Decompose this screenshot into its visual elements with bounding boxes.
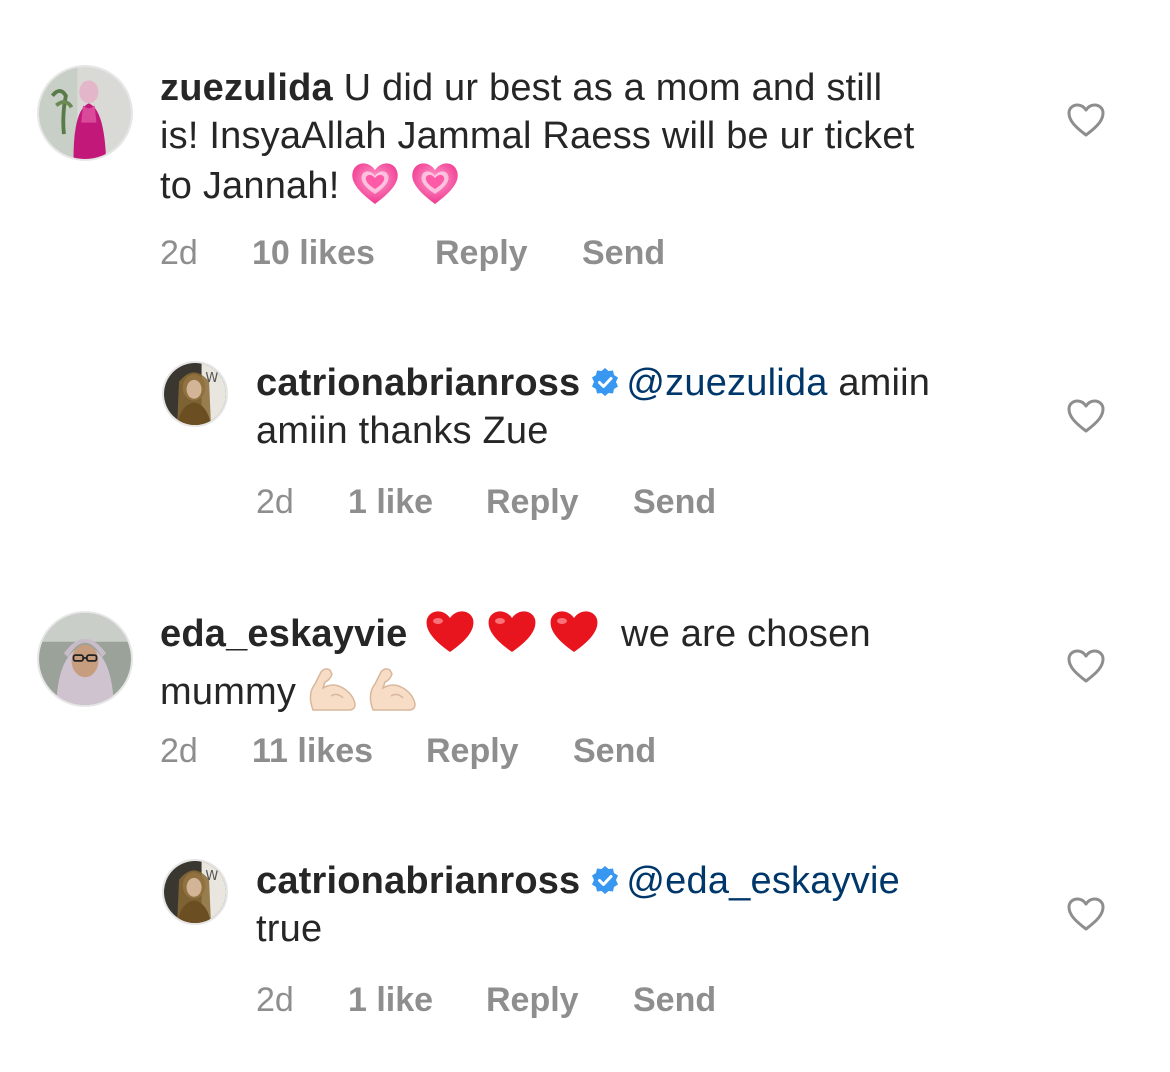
mention-link[interactable]: @eda_eskayvie xyxy=(626,860,900,902)
avatar-image xyxy=(39,613,131,705)
comment-body-line: true xyxy=(256,908,323,950)
comment-text: catrionabrianross @eda_eskayvie true xyxy=(256,857,1046,953)
comment-username[interactable]: catrionabrianross xyxy=(256,860,580,902)
comment-text: eda_eskayvie we are chosen mummy xyxy=(160,608,1040,724)
comment-time: 2d xyxy=(160,732,198,770)
comment-username[interactable]: eda_eskayvie xyxy=(160,613,408,655)
likes-count[interactable]: 11 likes xyxy=(252,731,373,771)
red-heart-emoji xyxy=(548,608,600,666)
comment-body-line: is! InsyaAllah Jammal Raess will be ur t… xyxy=(160,115,915,157)
avatar-image: W xyxy=(164,363,226,425)
avatar-image: W xyxy=(164,861,226,923)
comment-text: zuezulida U did ur best as a mom and sti… xyxy=(160,64,1040,218)
flexed-biceps-emoji xyxy=(307,666,357,724)
verified-badge-icon xyxy=(590,361,620,396)
reply-button[interactable]: Reply xyxy=(486,980,579,1020)
send-button[interactable]: Send xyxy=(633,980,716,1020)
comment-time: 2d xyxy=(256,483,294,521)
comment-body-line: mummy xyxy=(160,671,297,713)
flexed-biceps-emoji xyxy=(367,666,417,724)
like-heart-icon[interactable] xyxy=(1066,896,1106,932)
comment-time: 2d xyxy=(160,234,198,272)
avatar-image xyxy=(39,67,131,159)
comment-username[interactable]: zuezulida xyxy=(160,67,333,109)
reply-button[interactable]: Reply xyxy=(426,731,519,771)
avatar[interactable]: W xyxy=(162,361,228,427)
send-button[interactable]: Send xyxy=(573,731,656,771)
likes-count[interactable]: 10 likes xyxy=(252,233,375,273)
comment-time: 2d xyxy=(256,981,294,1019)
likes-count[interactable]: 1 like xyxy=(348,482,433,522)
like-heart-icon[interactable] xyxy=(1066,648,1106,684)
growing-heart-emoji xyxy=(350,160,400,218)
comment-body-line: amiin thanks Zue xyxy=(256,410,549,452)
red-heart-emoji xyxy=(424,608,476,666)
avatar[interactable] xyxy=(37,65,133,161)
comment-text: catrionabrianross @zuezulida amiin amiin … xyxy=(256,359,1046,455)
comment-body-line: U did ur best as a mom and still xyxy=(343,67,883,109)
send-button[interactable]: Send xyxy=(633,482,716,522)
comment-body-line: we are chosen xyxy=(621,613,871,655)
send-button[interactable]: Send xyxy=(582,233,665,273)
reply-button[interactable]: Reply xyxy=(486,482,579,522)
avatar[interactable]: W xyxy=(162,859,228,925)
comment-username[interactable]: catrionabrianross xyxy=(256,362,580,404)
comment-body-line: amiin xyxy=(838,362,931,404)
red-heart-emoji xyxy=(486,608,538,666)
growing-heart-emoji xyxy=(410,160,460,218)
like-heart-icon[interactable] xyxy=(1066,102,1106,138)
like-heart-icon[interactable] xyxy=(1066,398,1106,434)
comment-body-line: to Jannah! xyxy=(160,165,340,207)
avatar[interactable] xyxy=(37,611,133,707)
mention-link[interactable]: @zuezulida xyxy=(626,362,827,404)
reply-button[interactable]: Reply xyxy=(435,233,528,273)
verified-badge-icon xyxy=(590,859,620,894)
likes-count[interactable]: 1 like xyxy=(348,980,433,1020)
